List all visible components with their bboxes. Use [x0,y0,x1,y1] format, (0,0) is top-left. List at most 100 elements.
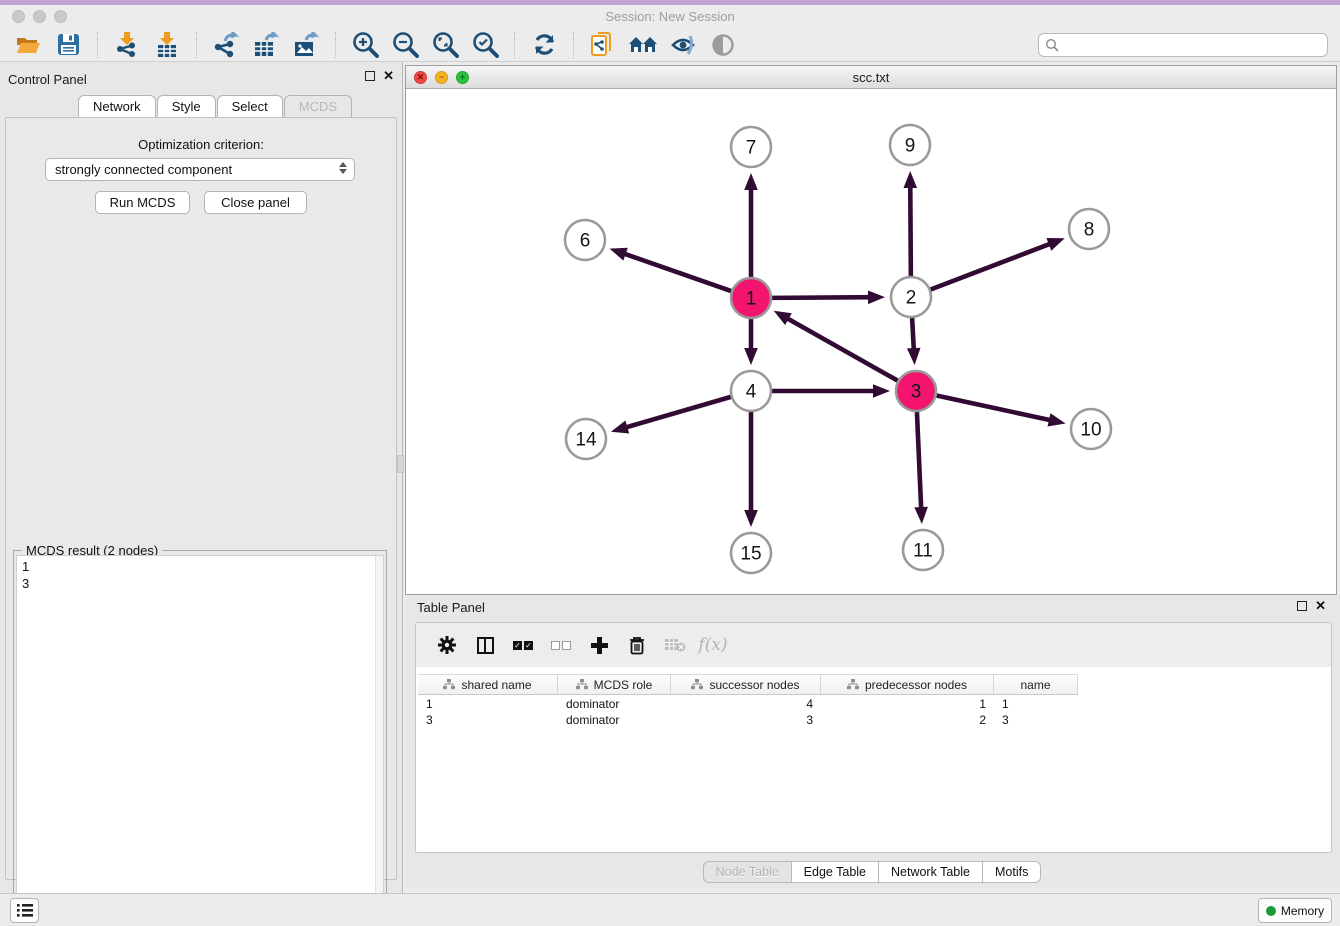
close-table-panel-icon[interactable]: ✕ [1315,601,1326,611]
column-header-label: MCDS role [594,678,653,692]
table-cell[interactable]: 4 [671,696,821,712]
graph-arrowhead [744,348,758,365]
settings-icon[interactable] [432,631,462,659]
tab-style[interactable]: Style [157,95,216,117]
graph-arrowhead [873,384,890,398]
network-graph-canvas[interactable]: 7968124314101511 [406,89,1336,594]
optimization-criterion-select[interactable]: strongly connected component [45,158,355,181]
table-cell[interactable]: 3 [994,712,1078,728]
float-panel-icon[interactable] [365,71,375,81]
column-header-name[interactable]: name [994,675,1078,694]
column-header-shared-name[interactable]: shared name [418,675,558,694]
result-scrollbar[interactable] [375,556,383,922]
graph-node-label-15: 15 [740,544,761,565]
memory-button[interactable]: Memory [1258,898,1332,923]
column-header-successor-nodes[interactable]: successor nodes [671,675,821,694]
optimization-criterion-label: Optimization criterion: [6,137,396,152]
tab-node-table[interactable]: Node Table [703,861,792,883]
close-panel-icon[interactable]: ✕ [383,71,394,81]
import-table-icon[interactable] [152,31,182,59]
hierarchy-icon [847,679,859,690]
table-cell[interactable]: 2 [821,712,994,728]
home-icon[interactable] [628,31,658,59]
table-row[interactable]: 3dominator323 [418,712,1329,728]
graph-arrowhead [868,290,885,304]
zoom-out-icon[interactable] [390,31,420,59]
export-table-icon[interactable] [251,31,281,59]
add-row-icon[interactable] [584,631,614,659]
graph-arrowhead [907,348,921,365]
export-image-icon[interactable] [291,31,321,59]
deselect-all-icon[interactable] [546,631,576,659]
task-history-button[interactable] [10,898,39,923]
tab-network-table[interactable]: Network Table [878,861,983,883]
tab-network[interactable]: Network [78,95,156,117]
table-cell[interactable]: 3 [671,712,821,728]
tab-motifs[interactable]: Motifs [982,861,1041,883]
graph-edge-1-2[interactable] [772,297,874,298]
toolbar-separator [97,32,98,58]
tab-select[interactable]: Select [217,95,283,117]
column-header-label: successor nodes [709,678,799,692]
graph-edge-2-8[interactable] [931,242,1055,289]
refresh-icon[interactable] [529,31,559,59]
import-network-icon[interactable] [112,31,142,59]
show-hidden-icon[interactable] [708,31,738,59]
table-cell[interactable]: 1 [418,696,558,712]
column-header-label: predecessor nodes [865,678,967,692]
column-header-MCDS-role[interactable]: MCDS role [558,675,671,694]
table-cell[interactable]: 3 [418,712,558,728]
table-cell[interactable]: 1 [821,696,994,712]
graph-arrowhead [744,510,758,527]
graph-edge-4-14[interactable] [622,397,731,429]
graph-edge-1-6[interactable] [620,252,731,291]
graph-node-label-7: 7 [746,138,757,159]
graph-node-label-6: 6 [580,231,591,252]
select-all-icon[interactable]: ✓✓ [508,631,538,659]
table-cell[interactable]: 1 [994,696,1078,712]
zoom-in-icon[interactable] [350,31,380,59]
table-panel-title: Table Panel [417,600,485,615]
open-session-icon[interactable] [13,31,43,59]
table-cell[interactable]: dominator [558,712,671,728]
show-columns-icon[interactable] [470,631,500,659]
fit-content-icon[interactable] [430,31,460,59]
save-session-icon[interactable] [53,31,83,59]
status-bar: Memory [0,893,1340,926]
search-field[interactable] [1038,33,1328,57]
function-builder-icon: f(x) [698,631,728,659]
network-window-titlebar[interactable]: scc.txt ✕ − + [406,66,1336,89]
node-table-container: ✓✓ f(x) [415,622,1332,853]
table-cell[interactable]: dominator [558,696,671,712]
graph-edge-2-9[interactable] [910,182,911,276]
graph-arrowhead [1048,413,1066,426]
hide-selected-icon[interactable] [668,31,698,59]
table-row[interactable]: 1dominator411 [418,696,1329,712]
float-table-panel-icon[interactable] [1297,601,1307,611]
toolbar-separator [335,32,336,58]
column-header-predecessor-nodes[interactable]: predecessor nodes [821,675,994,694]
graph-arrowhead [744,173,758,190]
graph-edge-3-10[interactable] [937,395,1055,421]
window-title: Session: New Session [0,9,1340,24]
toolbar-separator [514,32,515,58]
tab-edge-table[interactable]: Edge Table [791,861,879,883]
close-panel-button[interactable]: Close panel [204,191,307,214]
new-network-from-selection-icon[interactable] [588,31,618,59]
graph-node-label-9: 9 [905,136,916,157]
optimization-criterion-value: strongly connected component [55,162,232,177]
graph-node-label-8: 8 [1084,220,1095,241]
delete-row-icon[interactable] [622,631,652,659]
graph-node-label-3: 3 [911,382,922,403]
mcds-result-textarea[interactable]: 1 3 [16,555,384,923]
search-input[interactable] [1059,36,1327,54]
export-network-icon[interactable] [211,31,241,59]
tab-mcds[interactable]: MCDS [284,95,352,117]
splitter-handle-vertical[interactable] [397,455,404,473]
graph-edge-3-11[interactable] [917,412,921,513]
graph-edge-3-1[interactable] [783,316,897,381]
run-mcds-button[interactable]: Run MCDS [95,191,190,214]
table-tabs: Node TableEdge TableNetwork TableMotifs [405,861,1340,883]
hierarchy-icon [691,679,703,690]
zoom-selected-icon[interactable] [470,31,500,59]
